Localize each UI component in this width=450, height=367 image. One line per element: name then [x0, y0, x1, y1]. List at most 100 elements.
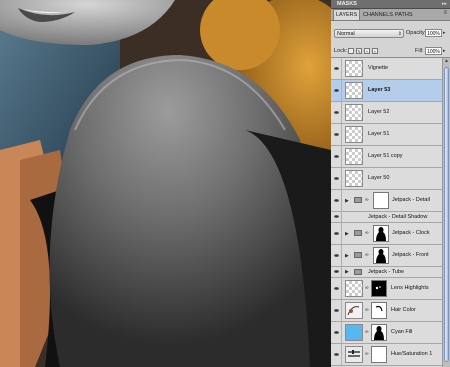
tab-paths[interactable]: PATHS [393, 10, 415, 20]
layer-mask-thumbnail[interactable] [373, 192, 389, 209]
layer-row-jetpack-clock[interactable]: ▶ ∞ Jetpack - Clock [331, 223, 442, 245]
tab-channels[interactable]: CHANNELS [361, 10, 395, 20]
layer-name: Jetpack - Tube [368, 269, 405, 275]
visibility-eye-icon[interactable] [332, 344, 342, 365]
folder-icon [354, 269, 362, 275]
mask-link-icon[interactable]: ∞ [365, 329, 369, 335]
blend-mode-select[interactable]: Normal ⇕ [334, 29, 404, 38]
visibility-eye-icon[interactable] [332, 300, 342, 321]
mask-link-icon[interactable]: ∞ [365, 351, 369, 357]
layer-name: Jetpack - Detail Shadow [368, 214, 428, 220]
layer-name: Hue/Saturation 1 [391, 351, 433, 357]
layer-row-jetpack-front[interactable]: ▶ ∞ Jetpack - Front [331, 245, 442, 267]
panel-collapse-icon[interactable]: ▸▸ [442, 1, 447, 7]
layer-row-layer-51-copy[interactable]: Layer 51 copy [331, 146, 442, 168]
silhouette-mask-thumbnail[interactable] [371, 324, 387, 341]
scrollbar-thumb[interactable] [444, 67, 449, 362]
mask-link-icon[interactable]: ∞ [365, 285, 369, 291]
masks-panel-bar[interactable]: MASKS ▸▸ [331, 0, 450, 9]
visibility-eye-icon[interactable] [332, 80, 342, 101]
layer-thumbnail [345, 126, 363, 143]
visibility-eye-icon[interactable] [332, 322, 342, 343]
layers-scrollbar[interactable]: ▲ [442, 58, 450, 367]
expand-triangle-icon[interactable]: ▶ [345, 231, 349, 237]
visibility-eye-icon[interactable] [332, 212, 342, 222]
layer-name: Layer 51 [368, 131, 390, 137]
layer-row-hue-saturation-1[interactable]: ∞ Hue/Saturation 1 [331, 344, 442, 366]
layer-thumbnail [345, 280, 363, 297]
expand-triangle-icon[interactable]: ▶ [345, 269, 349, 275]
mask-link-icon[interactable]: ∞ [365, 307, 369, 313]
scroll-up-arrow-icon[interactable]: ▲ [443, 58, 450, 65]
layer-mask-thumbnail[interactable] [371, 280, 387, 297]
layer-thumbnail [345, 104, 363, 121]
adjustment-thumbnail [345, 302, 363, 319]
folder-icon [354, 230, 362, 236]
mask-link-icon[interactable]: ∞ [365, 252, 369, 258]
layer-name: Jetpack - Front [392, 252, 429, 258]
hue-saturation-icon [348, 350, 360, 357]
panel-menu-icon[interactable]: ≡ [443, 10, 447, 16]
silhouette-mask-thumbnail[interactable] [373, 247, 389, 264]
visibility-eye-icon[interactable] [332, 267, 342, 277]
silhouette-icon [376, 227, 386, 241]
layer-name: Layer 53 [368, 87, 391, 93]
layer-name: Jetpack - Clock [392, 230, 430, 236]
layer-row-jetpack-detail-shadow[interactable]: Jetpack - Detail Shadow [331, 212, 442, 223]
visibility-eye-icon[interactable] [332, 245, 342, 266]
layer-row-layer-51[interactable]: Layer 51 [331, 124, 442, 146]
expand-triangle-icon[interactable]: ▶ [345, 198, 349, 204]
lock-all-icon[interactable]: ▪ [372, 48, 378, 54]
layer-thumbnail [345, 82, 363, 99]
opacity-label: Opacity: [406, 30, 427, 36]
layer-name: Cyan Fill [391, 329, 413, 335]
layer-mask-thumbnail[interactable] [371, 346, 387, 363]
tab-layers[interactable]: LAYERS [333, 9, 361, 20]
opacity-arrow-icon[interactable]: ▸ [443, 30, 446, 36]
layer-thumbnail [345, 148, 363, 165]
masks-label: MASKS [337, 1, 357, 7]
lock-transparent-icon[interactable] [348, 48, 354, 54]
layer-name: Layer 51 copy [368, 153, 403, 159]
layer-row-layer-52[interactable]: Layer 52 [331, 102, 442, 124]
silhouette-icon [376, 249, 386, 263]
layer-row-jetpack-tube[interactable]: ▶ Jetpack - Tube [331, 267, 442, 278]
layer-mask-thumbnail[interactable] [371, 302, 387, 319]
visibility-eye-icon[interactable] [332, 124, 342, 145]
lock-position-icon[interactable]: + [364, 48, 370, 54]
visibility-eye-icon[interactable] [332, 278, 342, 299]
folder-icon [354, 252, 362, 258]
opacity-field[interactable]: 100% [425, 29, 442, 37]
layer-row-jetpack-detail[interactable]: ▶ ∞ Jetpack - Detail [331, 190, 442, 212]
layer-row-lens-highlights[interactable]: ∞ Lens Highlights [331, 278, 442, 300]
layer-thumbnail [345, 170, 363, 187]
layer-options: Normal ⇕ Opacity: 100% ▸ Lock: ✎ + ▪ Fil… [331, 21, 450, 58]
visibility-eye-icon[interactable] [332, 168, 342, 189]
fill-field[interactable]: 100% [425, 47, 442, 55]
layer-row-hair-color[interactable]: ∞ Hair Color [331, 300, 442, 322]
silhouette-mask-thumbnail[interactable] [373, 225, 389, 242]
highlight-dots-icon [375, 286, 381, 290]
mask-link-icon[interactable]: ∞ [365, 230, 369, 236]
layer-name: Lens Highlights [391, 285, 429, 291]
visibility-eye-icon[interactable] [332, 58, 342, 79]
visibility-eye-icon[interactable] [332, 223, 342, 244]
visibility-eye-icon[interactable] [332, 190, 342, 211]
lock-image-icon[interactable]: ✎ [356, 48, 362, 54]
layer-row-layer-50[interactable]: Layer 50 [331, 168, 442, 190]
layers-panel: MASKS ▸▸ LAYERS CHANNELS PATHS ≡ Normal … [331, 0, 450, 367]
expand-triangle-icon[interactable]: ▶ [345, 253, 349, 259]
fill-label: Fill: [415, 48, 424, 54]
document-canvas[interactable] [0, 0, 331, 367]
mask-link-icon[interactable]: ∞ [365, 197, 369, 203]
visibility-eye-icon[interactable] [332, 102, 342, 123]
visibility-eye-icon[interactable] [332, 146, 342, 167]
fill-arrow-icon[interactable]: ▸ [443, 48, 446, 54]
layer-row-cyan-fill[interactable]: ∞ Cyan Fill [331, 322, 442, 344]
layer-row-layer-53[interactable]: Layer 53 [331, 80, 442, 102]
layer-name: Hair Color [391, 307, 416, 313]
layers-list: Vignette Layer 53 Layer 52 Layer 51 Laye… [331, 58, 442, 367]
layer-row-vignette[interactable]: Vignette [331, 58, 442, 80]
layer-name: Jetpack - Detail [392, 197, 430, 203]
blend-mode-value: Normal [337, 31, 355, 37]
